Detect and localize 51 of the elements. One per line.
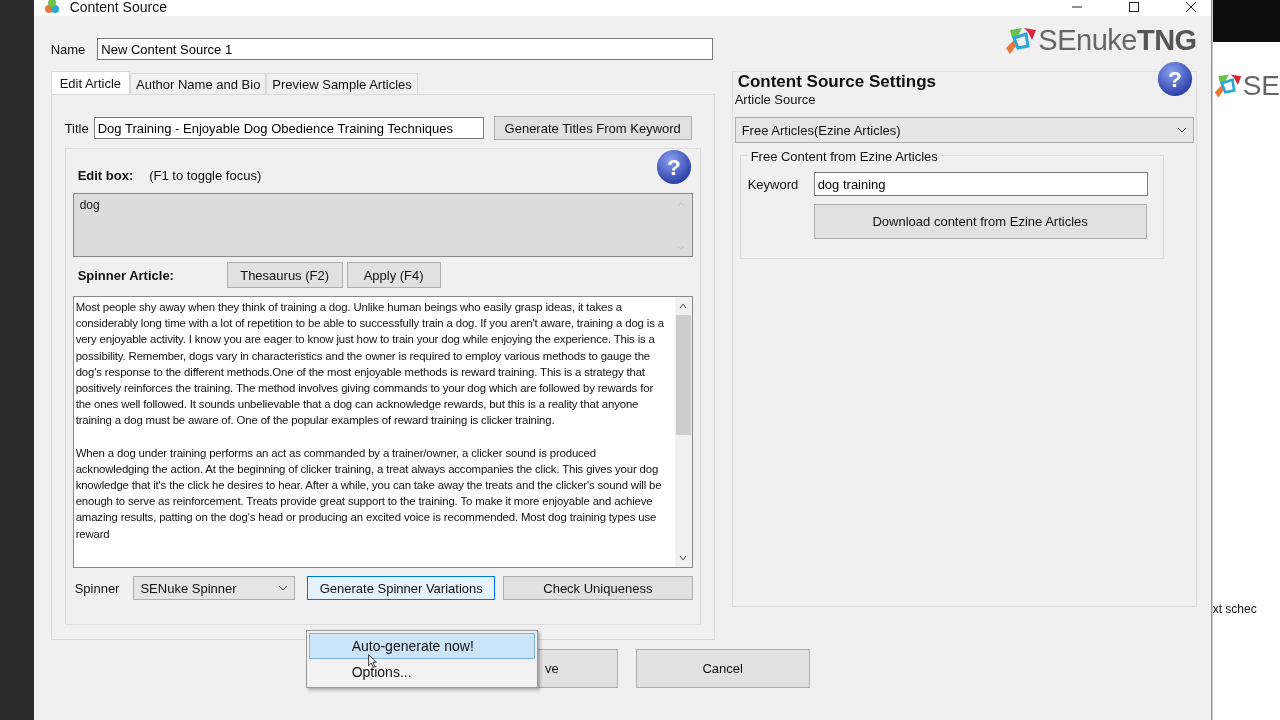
name-label: Name (50, 41, 86, 57)
scroll-down-icon[interactable] (678, 553, 689, 563)
title-field[interactable]: Dog Training - Enjoyable Dog Obedience Training Techniques (93, 117, 484, 139)
scroll-thumb[interactable] (675, 315, 691, 435)
logo-icon (1212, 72, 1243, 100)
maximize-icon[interactable] (1127, 1, 1140, 13)
help-icon[interactable]: ? (654, 148, 693, 186)
window-title: Content Source (69, 0, 167, 15)
tab[interactable]: Preview Sample Articles (266, 73, 418, 94)
app-icon (43, 0, 60, 15)
menu-item[interactable]: Options... (308, 659, 535, 685)
edit-box[interactable]: dog (72, 193, 693, 257)
tab[interactable]: Edit Article (50, 71, 131, 94)
help-icon[interactable]: ? (1155, 60, 1194, 98)
chevron-down-icon (278, 585, 289, 591)
download-button[interactable]: Download content from Ezine Articles (813, 204, 1147, 239)
menu-item[interactable]: Auto-generate now! (308, 633, 535, 659)
background-text: xt schec (1212, 602, 1258, 616)
close-icon[interactable] (1184, 1, 1197, 13)
group-title: Free Content from Ezine Articles (747, 149, 941, 164)
scrollbar[interactable] (674, 297, 692, 567)
logo: SE (1212, 70, 1280, 102)
keyword-field[interactable]: dog training (813, 172, 1148, 196)
article-source-label: Article Source (734, 92, 817, 107)
edit-box-hint: (F1 to toggle focus) (149, 167, 262, 183)
generate-variations-button[interactable]: Generate Spinner Variations (307, 576, 496, 600)
mouse-pointer-icon (366, 654, 378, 668)
toolbar-button[interactable]: Apply (F4) (346, 262, 441, 288)
edit-box-text: dog (79, 198, 100, 214)
check-uniqueness-button[interactable]: Check Uniqueness (503, 576, 693, 600)
chevron-down-icon (1176, 127, 1187, 133)
spinner-dropdown[interactable]: SENuke Spinner (133, 576, 296, 600)
background-title-bar (1212, 0, 1280, 42)
spinner-article-label: Spinner Article: (77, 267, 175, 283)
edit-box-label: Edit box: (77, 167, 134, 183)
article-paragraph: Most people shy away when they think of training a dog. Unlike human beings who easily grasp ideas, it takes a considerably long time with a lot of repetition to be able to successfully train a dog. If you aren't aware, training a dog is a very enjoyable activity. I know you are eager to know just how to train your dog while enjoying the experience. This is a possibility. Remember, dogs vary in characteristics and the owner is required to employ various methods to gauge the dog's response to the different methods.One of the most enjoyable methods is reward training. This is a strategy that positively reinforces the training. The method involves giving commands to your dog which are followed by rewards for the ones well followed. It sounds unbelievable that a dog can acknowledge rewards, but this is a reality that anyone training a dog must be aware of. One of the popular examples of reward training is clicker training. (75, 300, 665, 429)
article-source-dropdown[interactable]: Free Articles(Ezine Articles) (734, 117, 1194, 143)
logo-icon (1004, 25, 1039, 56)
tab[interactable]: Author Name and Bio (130, 73, 267, 94)
logo: SEnukeTNG (1004, 24, 1197, 57)
keyword-label: Keyword (747, 176, 800, 192)
cancel-button[interactable]: Cancel (635, 649, 810, 688)
spinner-label: Spinner (74, 580, 120, 596)
toolbar-button[interactable]: Thesaurus (F2) (226, 262, 343, 288)
article-text-area[interactable] (72, 296, 693, 568)
settings-heading: Content Source Settings (736, 72, 936, 92)
scroll-up-icon[interactable] (678, 301, 689, 311)
generate-titles-button[interactable]: Generate Titles From Keyword (493, 116, 692, 140)
article-paragraph: When a dog under training performs an act as commanded by a trainer/owner, a clicker sound is produced acknowledging the action. At the beginning of clicker training, a treat always accompanies the click. This gives your dog knowledge that it's the click he desires to hear. After a while, you can take away the treats and the clicker's sound will be enough to serve as reinforcement. Treats provide great support to the training. To make it more enjoyable and achieve amazing results, patting on the dog's head or producing an excited voice is recommended. Most dog training types use reward (75, 445, 663, 542)
name-field[interactable]: New Content Source 1 (97, 38, 714, 60)
title-label: Title (64, 120, 89, 136)
